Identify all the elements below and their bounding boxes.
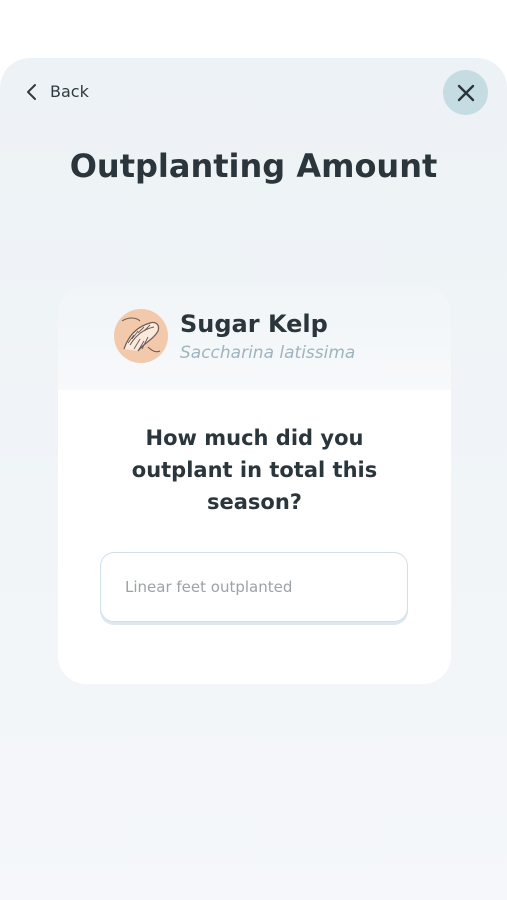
close-icon bbox=[457, 84, 474, 101]
close-button[interactable] bbox=[443, 70, 488, 115]
kelp-illustration-icon bbox=[121, 317, 161, 353]
species-card: Sugar Kelp Saccharina latissima How much… bbox=[58, 286, 451, 684]
question-text: How much did you outplant in total this … bbox=[131, 426, 378, 514]
back-label: Back bbox=[50, 82, 89, 101]
species-latin-name: Saccharina latissima bbox=[180, 343, 356, 363]
page-title: Outplanting Amount bbox=[69, 147, 438, 185]
species-avatar bbox=[114, 309, 168, 363]
amount-field-wrapper bbox=[100, 552, 408, 622]
chevron-left-icon bbox=[27, 83, 36, 100]
modal-sheet: Back Outplanting Amount Sugar Kelp Sacch… bbox=[0, 58, 507, 900]
species-common-name: Sugar Kelp bbox=[180, 310, 328, 338]
linear-feet-input[interactable] bbox=[101, 553, 407, 621]
back-button[interactable]: Back bbox=[24, 82, 89, 101]
